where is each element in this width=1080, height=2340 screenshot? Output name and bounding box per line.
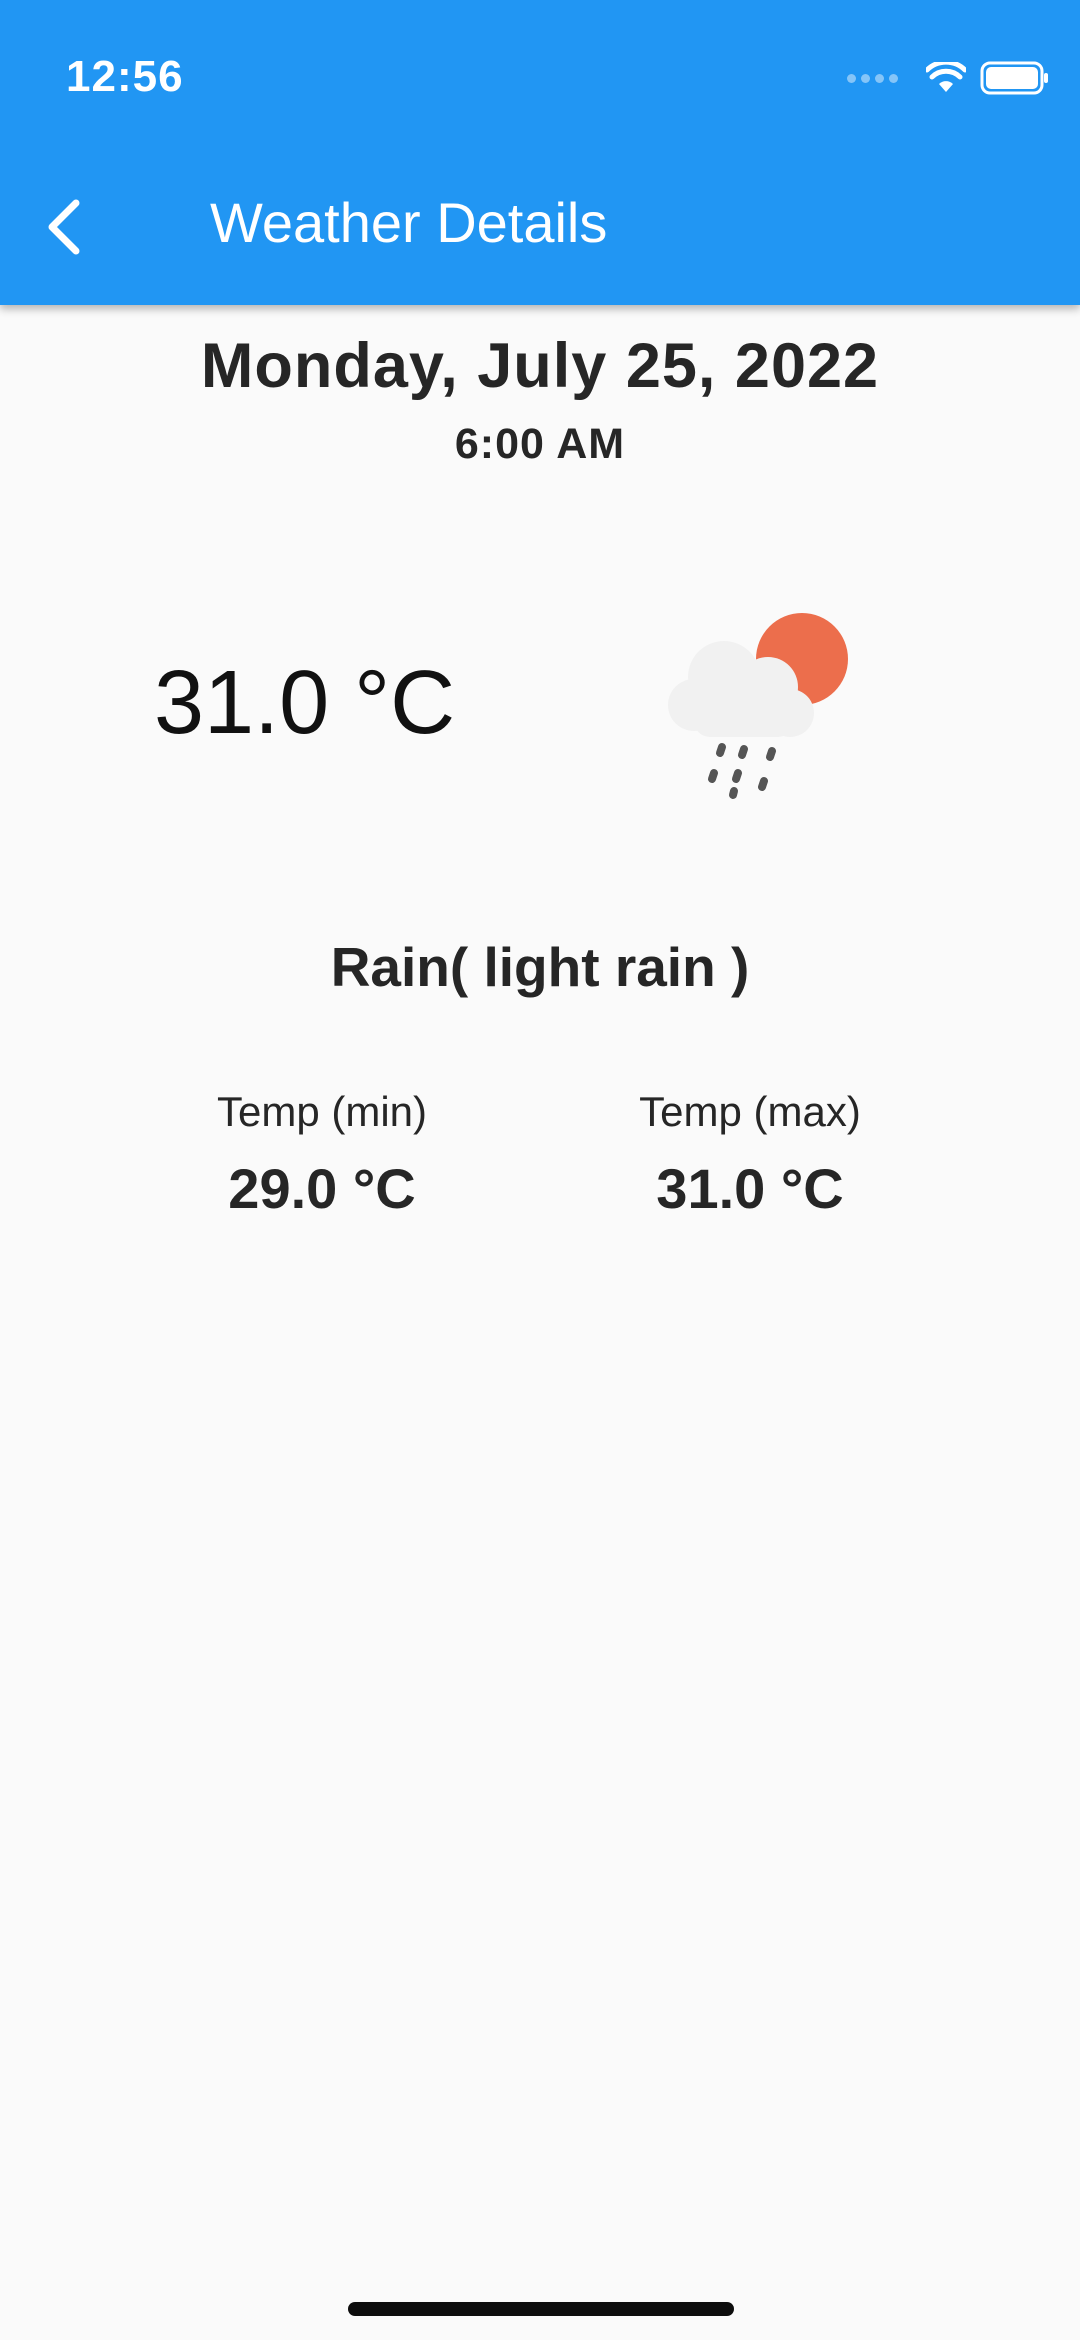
weather-condition: Rain( light rain ) — [330, 936, 750, 998]
temp-max-block: Temp (max) 31.0 °C — [570, 1088, 930, 1221]
status-icons — [847, 58, 1050, 98]
battery-icon — [980, 61, 1048, 95]
wifi-icon — [926, 62, 966, 92]
forecast-date: Monday, July 25, 2022 — [200, 331, 880, 401]
forecast-time: 6:00 AM — [454, 420, 626, 468]
weather-details-screen: 12:56 Weather Details Monday, July 25, 2… — [0, 0, 1080, 2340]
temp-min-value: 29.0 °C — [228, 1157, 416, 1220]
back-button[interactable] — [36, 192, 92, 262]
page-title: Weather Details — [210, 191, 608, 254]
temp-min-label: Temp (min) — [216, 1088, 428, 1135]
status-time: 12:56 — [66, 52, 184, 101]
temp-max-value: 31.0 °C — [656, 1157, 844, 1220]
current-temperature: 31.0 °C — [154, 653, 456, 753]
app-bar: 12:56 Weather Details — [0, 0, 1080, 305]
temp-max-label: Temp (max) — [639, 1088, 861, 1135]
cellular-signal-icon — [847, 73, 898, 83]
rain-sun-cloud-icon — [668, 613, 848, 799]
chevron-left-icon — [48, 199, 80, 255]
temp-min-block: Temp (min) 29.0 °C — [142, 1088, 502, 1221]
home-indicator[interactable] — [348, 2302, 734, 2316]
